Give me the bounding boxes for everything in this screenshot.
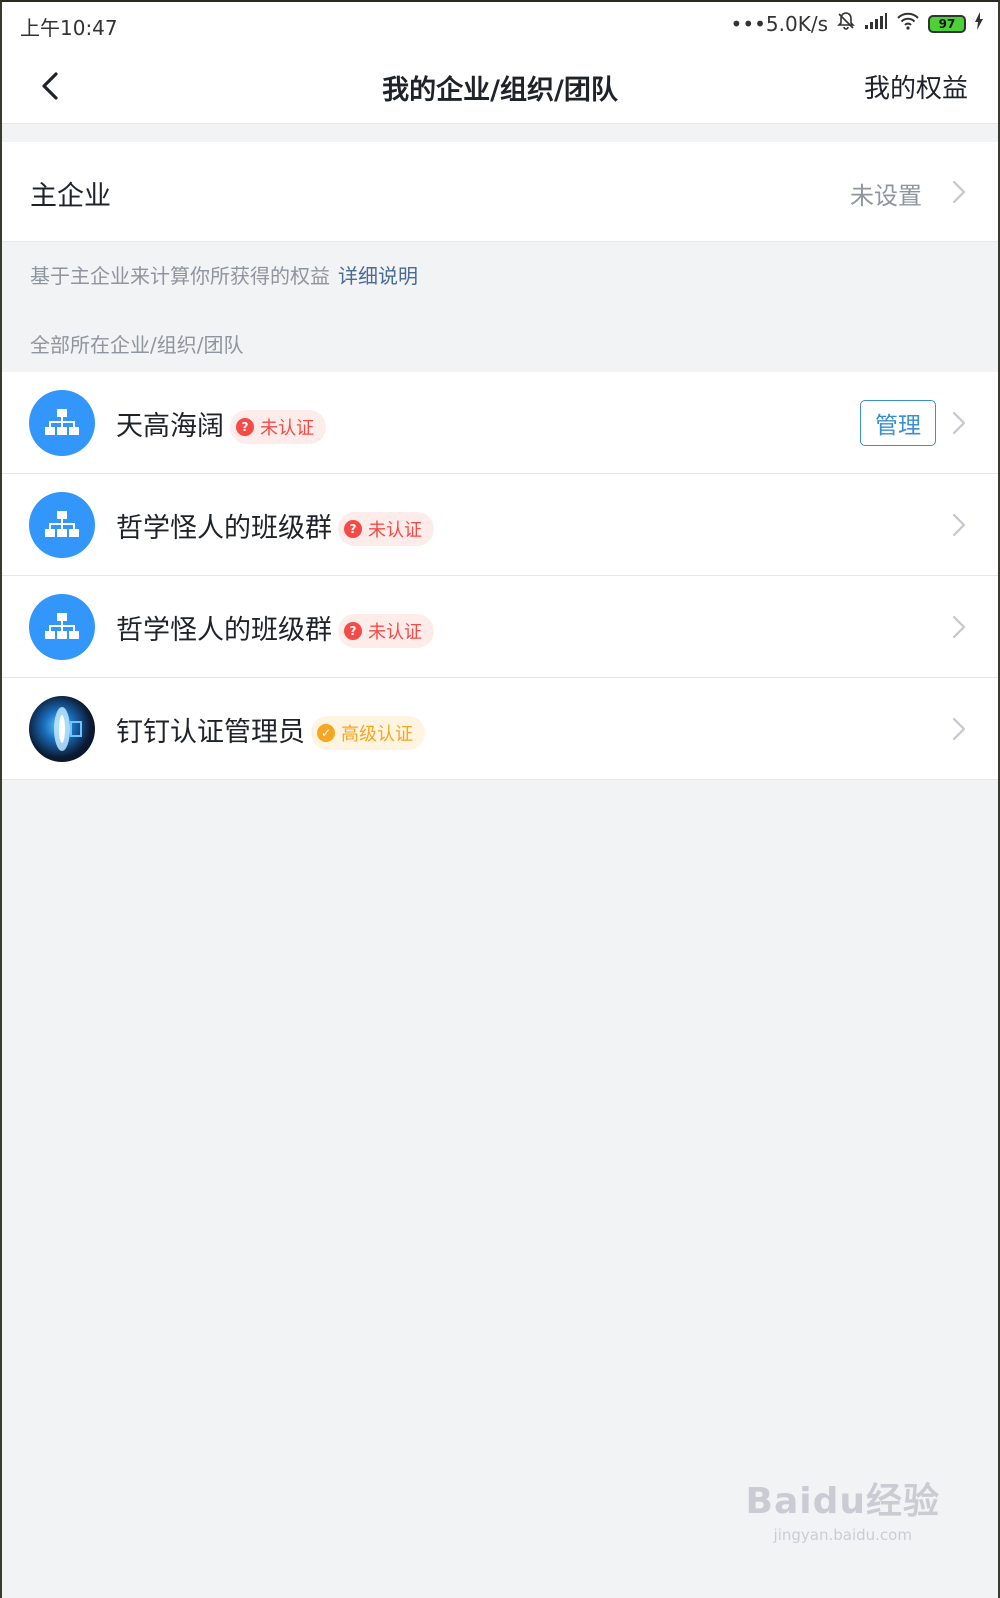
benefit-hint: 基于主企业来计算你所获得的权益 详细说明 <box>30 260 418 289</box>
org-avatar <box>29 594 95 660</box>
badge-label: 未认证 <box>368 622 422 643</box>
section-label: 全部所在企业/组织/团队 <box>30 333 244 357</box>
org-name: 哲学怪人的班级群 <box>116 615 332 646</box>
charging-icon <box>974 12 984 35</box>
status-bar: 上午10:47 •••5.0K/s 97 <box>2 2 998 48</box>
photo-avatar-image <box>54 707 82 751</box>
org-avatar <box>29 492 95 558</box>
battery-icon: 97 <box>928 14 966 33</box>
main-enterprise-value: 未设置 <box>850 182 922 210</box>
watermark-main: Baidu经验 <box>745 1481 940 1522</box>
baidu-watermark: Baidu经验 jingyan.baidu.com <box>746 1472 940 1544</box>
my-benefits-link[interactable]: 我的权益 <box>864 68 968 105</box>
status-time: 上午10:47 <box>20 16 118 40</box>
wifi-icon <box>896 12 920 35</box>
org-chart-icon <box>45 511 79 537</box>
org-row[interactable]: 天高海阔? 未认证 管理 <box>2 372 998 474</box>
badge-label: 未认证 <box>260 418 314 439</box>
org-name: 钉钉认证管理员 <box>116 717 305 748</box>
status-icons: •••5.0K/s 97 <box>731 11 984 36</box>
org-row[interactable]: 哲学怪人的班级群? 未认证 <box>2 576 998 678</box>
question-icon: ? <box>344 520 362 538</box>
nav-bar: 我的企业/组织/团队 我的权益 <box>2 48 998 124</box>
badge-label: 未认证 <box>368 520 422 541</box>
org-chart-icon <box>45 409 79 435</box>
chevron-right-icon <box>952 513 966 537</box>
main-enterprise-label: 主企业 <box>30 181 111 212</box>
manage-button[interactable]: 管理 <box>860 400 936 446</box>
unverified-badge: ? 未认证 <box>230 410 326 444</box>
check-shield-icon: ✓ <box>317 724 335 742</box>
network-speed: •••5.0K/s <box>730 11 828 36</box>
unverified-badge: ? 未认证 <box>338 512 434 546</box>
page-title: 我的企业/组织/团队 <box>382 75 618 106</box>
org-row[interactable]: 哲学怪人的班级群? 未认证 <box>2 474 998 576</box>
chevron-right-icon <box>952 411 966 435</box>
org-avatar <box>29 390 95 456</box>
question-icon: ? <box>236 418 254 436</box>
chevron-right-icon <box>952 717 966 741</box>
details-link[interactable]: 详细说明 <box>338 264 418 288</box>
badge-label: 高级认证 <box>341 724 413 745</box>
signal-icon <box>864 12 888 35</box>
question-icon: ? <box>344 622 362 640</box>
org-chart-icon <box>45 613 79 639</box>
chevron-right-icon <box>952 180 966 204</box>
main-enterprise-row[interactable]: 主企业 未设置 <box>2 142 998 242</box>
org-name: 天高海阔 <box>116 411 224 442</box>
hint-text: 基于主企业来计算你所获得的权益 <box>30 264 330 288</box>
org-avatar-photo <box>29 696 95 762</box>
chevron-right-icon <box>952 615 966 639</box>
org-row[interactable]: 钉钉认证管理员 ✓ 高级认证 <box>2 678 998 780</box>
phone-screen: 上午10:47 •••5.0K/s 97 我的企业/组织/团队 我的权益 主企业… <box>0 0 1000 1598</box>
unverified-badge: ? 未认证 <box>338 614 434 648</box>
org-name: 哲学怪人的班级群 <box>116 513 332 544</box>
mute-bell-icon <box>836 11 856 36</box>
advanced-verified-badge: ✓ 高级认证 <box>311 716 425 750</box>
org-list: 天高海阔? 未认证 管理 哲学怪人的班级群? 未认证 哲学怪人的班级群? 未认证 <box>2 372 998 780</box>
watermark-sub: jingyan.baidu.com <box>773 1526 912 1544</box>
